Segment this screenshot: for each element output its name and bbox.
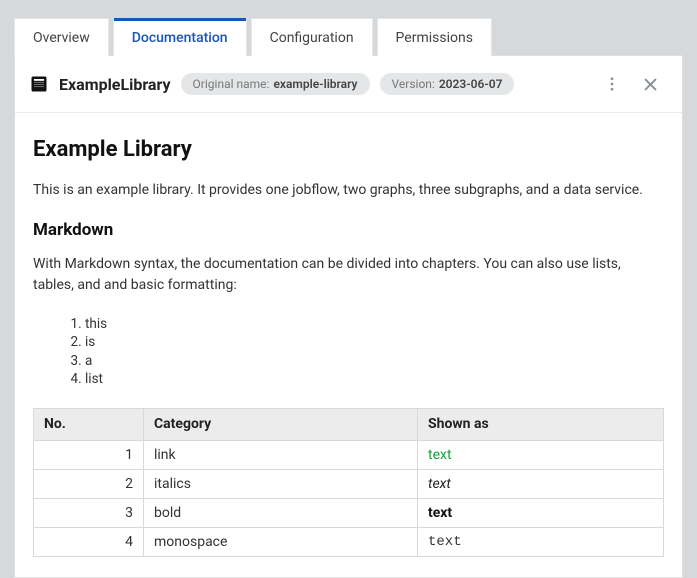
table-header-no: No. [34,408,144,440]
tab-bar: Overview Documentation Configuration Per… [14,18,683,56]
cell-shown: text [418,498,664,527]
cell-shown[interactable]: text [418,440,664,469]
table-header-shown: Shown as [418,408,664,440]
doc-heading-1: Example Library [33,137,664,162]
version-label: Version: [392,77,435,91]
cell-shown: text [418,527,664,556]
cell-no: 4 [34,527,144,556]
doc-intro: This is an example library. It provides … [33,180,664,202]
original-name-label: Original name: [193,77,270,91]
doc-markdown-desc: With Markdown syntax, the documentation … [33,254,664,297]
table-row: 4 monospace text [34,527,664,556]
cell-category: bold [144,498,418,527]
doc-ordered-list: this is a list [33,315,664,388]
more-menu-button[interactable] [598,70,626,98]
list-item: list [85,370,664,388]
tab-documentation[interactable]: Documentation [113,18,247,56]
list-item: is [85,333,664,351]
library-title: ExampleLibrary [59,75,171,94]
version-value: 2023-06-07 [439,77,503,91]
cell-shown: text [418,469,664,498]
cell-category: monospace [144,527,418,556]
table-row: 2 italics text [34,469,664,498]
doc-table: No. Category Shown as 1 link text 2 ital… [33,408,664,557]
cell-category: italics [144,469,418,498]
panel-header: ExampleLibrary Original name: example-li… [15,56,682,113]
doc-heading-2: Markdown [33,220,664,240]
more-vertical-icon [603,75,621,93]
close-button[interactable] [636,70,664,98]
library-icon [29,74,49,94]
original-name-badge: Original name: example-library [181,73,370,95]
panel: ExampleLibrary Original name: example-li… [14,55,683,578]
close-icon [642,76,659,93]
cell-no: 3 [34,498,144,527]
tab-configuration[interactable]: Configuration [251,18,373,56]
list-item: this [85,315,664,333]
table-row: 1 link text [34,440,664,469]
tab-permissions[interactable]: Permissions [377,18,492,56]
table-header-category: Category [144,408,418,440]
table-row: 3 bold text [34,498,664,527]
cell-no: 2 [34,469,144,498]
list-item: a [85,352,664,370]
cell-no: 1 [34,440,144,469]
tab-overview[interactable]: Overview [14,18,109,56]
original-name-value: example-library [273,77,357,91]
cell-category: link [144,440,418,469]
content-area: Example Library This is an example libra… [15,113,682,577]
version-badge: Version: 2023-06-07 [380,73,515,95]
